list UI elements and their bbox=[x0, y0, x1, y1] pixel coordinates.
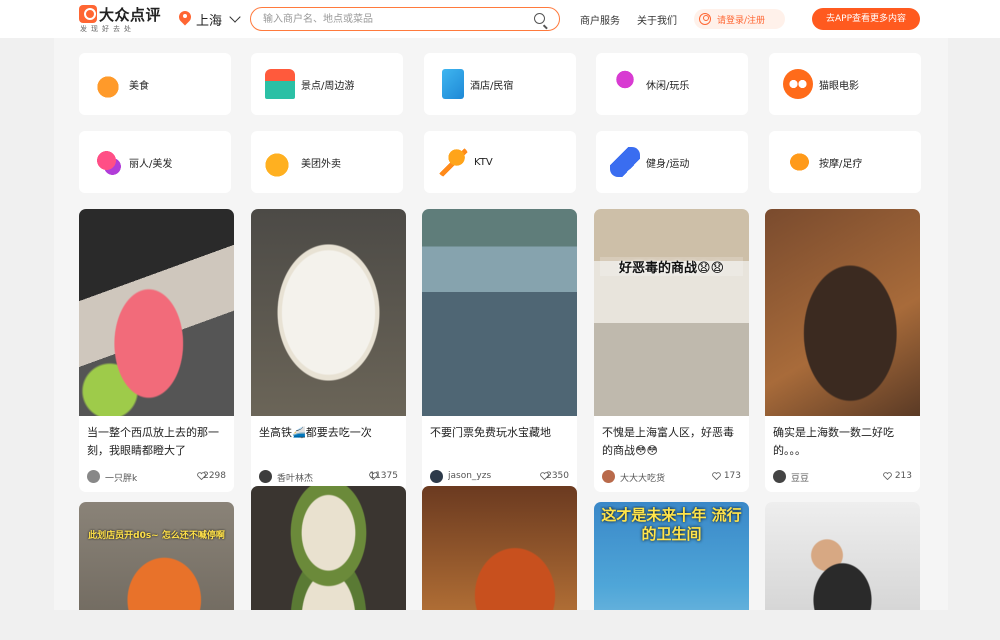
logo-slogan: 发现好去处 bbox=[80, 25, 135, 33]
delivery-icon bbox=[265, 147, 295, 177]
logo-text: 大众点评 bbox=[99, 6, 162, 24]
post-title: 坐高铁🚄都要去吃一次 bbox=[259, 426, 372, 439]
category-beauty[interactable]: 丽人/美发 bbox=[79, 131, 231, 193]
post-image bbox=[251, 209, 406, 416]
category-scenic[interactable]: 景点/周边游 bbox=[251, 53, 403, 115]
avatar bbox=[602, 470, 615, 483]
post-image bbox=[422, 209, 577, 416]
category-ktv[interactable]: KTV bbox=[424, 131, 576, 193]
search-box bbox=[250, 7, 560, 31]
post-title: 确实是上海数一数二好吃的。。。 bbox=[773, 426, 894, 457]
category-label: 休闲/玩乐 bbox=[646, 80, 690, 92]
avatar bbox=[259, 470, 272, 483]
page-bottom-band bbox=[0, 610, 1000, 640]
chevron-down-icon bbox=[229, 11, 241, 23]
food-icon bbox=[93, 69, 123, 99]
post-meta: 豆豆 213 bbox=[773, 462, 912, 492]
login-label: 请登录/注册 bbox=[717, 15, 766, 26]
like-count: 173 bbox=[723, 471, 741, 481]
main-content: 美食 景点/周边游 酒店/民宿 休闲/玩乐 猫眼电影 丽人/美发 美团外卖 KT… bbox=[54, 38, 948, 610]
post-title: 当一整个西瓜放上去的那一刻，我眼睛都瞪大了 bbox=[87, 426, 219, 457]
author-name: 香叶林杰 bbox=[277, 474, 314, 484]
post-card[interactable] bbox=[251, 486, 406, 610]
hotel-icon bbox=[442, 69, 464, 99]
post-card[interactable] bbox=[765, 502, 920, 610]
post-card[interactable]: 此划店员开d0s~ 怎么还不喊停啊 bbox=[79, 502, 234, 610]
post-card[interactable]: 好恶毒的商战😧😧 不愧是上海富人区，好恶毒的商战😳😳 大大大吃货 173 bbox=[594, 209, 749, 492]
location-pin-icon bbox=[179, 11, 191, 27]
open-app-button[interactable]: 去APP查看更多内容 bbox=[812, 8, 920, 30]
post-image bbox=[765, 209, 920, 416]
post-image: 这才是未来十年 流行的卫生间 bbox=[594, 502, 749, 610]
category-hotel[interactable]: 酒店/民宿 bbox=[424, 53, 576, 115]
search-icon[interactable] bbox=[534, 13, 545, 24]
like-count: 213 bbox=[894, 471, 912, 481]
city-selector[interactable]: 上海 bbox=[179, 10, 241, 29]
post-title: 不要门票免费玩水宝藏地 bbox=[430, 426, 551, 439]
search-input[interactable] bbox=[263, 11, 523, 27]
post-title: 不愧是上海富人区，好恶毒的商战😳😳 bbox=[602, 426, 734, 457]
author-name: jason_yzs bbox=[448, 471, 492, 481]
heart-icon[interactable] bbox=[883, 472, 892, 480]
category-delivery[interactable]: 美团外卖 bbox=[251, 131, 403, 193]
scenic-icon bbox=[265, 69, 295, 99]
cocktail-icon bbox=[610, 69, 640, 99]
category-maoyan[interactable]: 猫眼电影 bbox=[769, 53, 921, 115]
category-label: 健身/运动 bbox=[646, 158, 690, 170]
maoyan-icon bbox=[783, 69, 813, 99]
like-count: 11375 bbox=[369, 471, 398, 481]
post-meta: 一只胖k 2298 bbox=[87, 462, 226, 492]
microphone-icon bbox=[438, 147, 468, 177]
dumbbell-icon bbox=[610, 147, 640, 177]
post-card[interactable]: 确实是上海数一数二好吃的。。。 豆豆 213 bbox=[765, 209, 920, 492]
avatar bbox=[773, 470, 786, 483]
category-fitness[interactable]: 健身/运动 bbox=[596, 131, 748, 193]
city-label: 上海 bbox=[196, 13, 223, 29]
post-card[interactable] bbox=[422, 486, 577, 610]
user-icon bbox=[699, 13, 711, 25]
image-caption: 此划店员开d0s~ 怎么还不喊停啊 bbox=[88, 531, 225, 541]
post-image: 好恶毒的商战😧😧 bbox=[594, 209, 749, 416]
dianping-logo[interactable]: 大众点评 发现好去处 bbox=[79, 5, 162, 35]
image-caption: 好恶毒的商战😧😧 bbox=[600, 257, 743, 276]
login-button[interactable]: 请登录/注册 bbox=[694, 9, 785, 29]
category-label: 按摩/足疗 bbox=[819, 158, 863, 170]
post-meta: 大大大吃货 173 bbox=[602, 462, 741, 492]
post-card[interactable]: 当一整个西瓜放上去的那一刻，我眼睛都瞪大了 一只胖k 2298 bbox=[79, 209, 234, 492]
category-label: 猫眼电影 bbox=[819, 80, 859, 92]
post-image bbox=[79, 209, 234, 416]
like-count: 2298 bbox=[203, 471, 226, 481]
post-image bbox=[251, 486, 406, 610]
category-massage[interactable]: 按摩/足疗 bbox=[769, 131, 921, 193]
author-name: 豆豆 bbox=[791, 474, 810, 484]
author-name: 一只胖k bbox=[105, 474, 138, 484]
avatar bbox=[430, 470, 443, 483]
beauty-icon bbox=[93, 147, 123, 177]
like-count: 2350 bbox=[546, 471, 569, 481]
logo-mark-icon bbox=[79, 5, 97, 23]
category-food[interactable]: 美食 bbox=[79, 53, 231, 115]
category-label: KTV bbox=[474, 156, 493, 168]
category-label: 酒店/民宿 bbox=[470, 80, 514, 92]
category-label: 景点/周边游 bbox=[301, 80, 355, 92]
category-label: 美团外卖 bbox=[301, 158, 341, 170]
merchant-service-link[interactable]: 商户服务 bbox=[580, 12, 620, 27]
post-card[interactable]: 坐高铁🚄都要去吃一次 香叶林杰 11375 bbox=[251, 209, 406, 492]
category-label: 丽人/美发 bbox=[129, 158, 173, 170]
image-caption: 这才是未来十年 流行的卫生间 bbox=[601, 506, 742, 543]
heart-icon[interactable] bbox=[712, 472, 721, 480]
post-image: 此划店员开d0s~ 怎么还不喊停啊 bbox=[79, 502, 234, 610]
avatar bbox=[87, 470, 100, 483]
top-header: 大众点评 发现好去处 上海 商户服务 关于我们 请登录/注册 去APP查看更多内… bbox=[0, 0, 1000, 38]
category-label: 美食 bbox=[129, 80, 149, 92]
post-card[interactable]: 这才是未来十年 流行的卫生间 bbox=[594, 502, 749, 610]
post-card[interactable]: 不要门票免费玩水宝藏地 jason_yzs 2350 bbox=[422, 209, 577, 492]
category-leisure[interactable]: 休闲/玩乐 bbox=[596, 53, 748, 115]
post-image bbox=[765, 502, 920, 610]
about-us-link[interactable]: 关于我们 bbox=[637, 12, 677, 27]
post-image bbox=[422, 486, 577, 610]
massage-icon bbox=[783, 147, 813, 177]
author-name: 大大大吃货 bbox=[620, 474, 666, 484]
